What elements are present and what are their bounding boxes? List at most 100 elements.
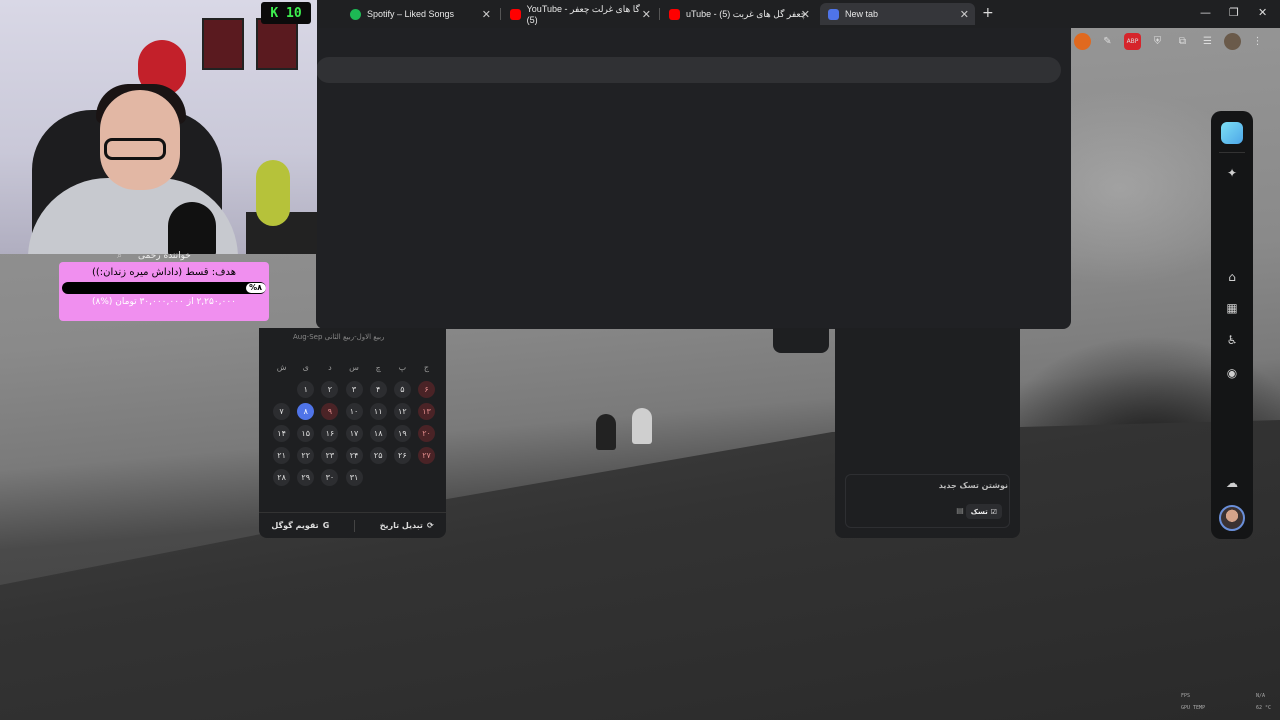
calendar-empty-cell — [394, 469, 411, 486]
minimize-button[interactable]: — — [1200, 6, 1211, 19]
perf-values: N/A 62 °C — [1256, 690, 1271, 714]
sparkle-icon[interactable]: ✦ — [1222, 163, 1242, 183]
side-panel: ✦ ⌂ ▦ ♿ ◉ ☁ — [1211, 111, 1253, 539]
google-calendar-button[interactable]: G تقویم گوگل — [271, 521, 329, 530]
calendar-day[interactable]: ۲۹ — [297, 468, 315, 486]
home-icon[interactable]: ⌂ — [1222, 267, 1242, 287]
calendar-day[interactable]: ۱۱ — [369, 402, 387, 420]
goal-amount: ۲,۲۵۰,۰۰۰ از ۳۰,۰۰۰,۰۰۰ تومان (%۸) — [91, 297, 237, 307]
maximize-button[interactable]: ❐ — [1229, 6, 1239, 19]
calendar-day[interactable]: ۱۲ — [393, 402, 411, 420]
calendar-day[interactable]: ۱۳ — [418, 402, 435, 420]
weekday-label: د — [328, 362, 332, 372]
tab-label: uTube - چعفر گل های غربت (5) — [686, 8, 807, 19]
calendar-day[interactable]: ۲۵ — [369, 446, 387, 464]
extension-toolbar: ✎ ABP ⛨ ⧉ ☰ ⋮ — [1074, 33, 1266, 50]
tab-youtube-1[interactable]: YouTube - گا های غرلت چعفر (5) ✕ — [502, 3, 657, 25]
trash-icon[interactable]: ▤ — [954, 506, 966, 518]
calendar-day[interactable]: ۳۱ — [345, 468, 363, 486]
calendar-month: ربیع الاول-ربیع الثانی Aug-Sep — [293, 333, 385, 341]
calendar-day[interactable]: ۶ — [418, 380, 435, 398]
new-task-placeholder[interactable]: نوشتن تسک جدید — [939, 481, 1008, 490]
calendar-day[interactable]: ۹ — [321, 402, 339, 420]
goal-progress-bar: %۸ — [62, 282, 266, 294]
webcam-overlay — [0, 0, 317, 254]
microphone — [168, 202, 216, 254]
calendar-day[interactable]: ۸ — [297, 402, 315, 420]
calendar-day[interactable]: ۷ — [273, 402, 291, 420]
goal-percent: %۸ — [249, 283, 262, 292]
close-icon[interactable]: ✕ — [801, 8, 810, 21]
calendar-day[interactable]: ۲۱ — [273, 446, 291, 464]
discord-icon[interactable]: ◉ — [1222, 363, 1242, 383]
new-tab-button[interactable]: + — [982, 5, 994, 21]
calendar-day[interactable]: ۱۹ — [393, 424, 411, 442]
search-input[interactable] — [316, 57, 1061, 83]
plush-toy — [256, 160, 290, 226]
task-type-chip[interactable]: ☑ تسک — [965, 504, 1002, 519]
gpu-temp-label: GPU TEMP — [1181, 705, 1206, 711]
task-chip-label: تسک — [970, 507, 988, 516]
tab-youtube-2[interactable]: uTube - چعفر گل های غربت (5) ✕ — [661, 3, 816, 25]
tab-new-tab[interactable]: New tab ✕ — [820, 3, 975, 25]
spotify-icon — [350, 8, 361, 20]
calendar-day[interactable]: ۲۲ — [297, 446, 315, 464]
calendar-day[interactable]: ۲۸ — [273, 468, 291, 486]
menu-icon[interactable]: ⋮ — [1249, 33, 1266, 50]
calendar-day[interactable]: ۱۴ — [273, 424, 291, 442]
weekday-label: ج — [423, 362, 430, 372]
donation-goal: هدف: قسط (داداش میره زندان:)) %۸ ۲,۲۵۰,۰… — [59, 262, 269, 321]
close-icon[interactable]: ✕ — [960, 8, 969, 21]
glasses — [104, 138, 166, 160]
profile-avatar[interactable] — [1224, 33, 1241, 50]
close-window-button[interactable]: ✕ — [1258, 6, 1267, 19]
calendar-day[interactable]: ۲۰ — [418, 424, 435, 442]
newtab-icon — [828, 8, 839, 20]
calendar-day[interactable]: ۲ — [321, 380, 339, 398]
calendar-day[interactable]: ۳۰ — [321, 468, 339, 486]
calendar-day[interactable]: ۱۸ — [369, 424, 387, 442]
divider — [354, 519, 355, 532]
convert-date-button[interactable]: ⟳ تبدیل تاریخ — [380, 521, 434, 530]
puzzle-icon[interactable]: ⧉ — [1174, 33, 1191, 50]
youtube-icon — [669, 8, 680, 20]
eyedropper-icon[interactable]: ✎ — [1099, 33, 1116, 50]
adblock-icon[interactable]: ABP — [1124, 33, 1141, 50]
calendar-day[interactable]: ۱ — [297, 380, 315, 398]
accessibility-icon[interactable]: ♿ — [1222, 330, 1242, 350]
calendar-day[interactable]: ۱۶ — [321, 424, 339, 442]
calendar-empty-cell — [418, 469, 435, 486]
app-icon[interactable] — [1221, 122, 1243, 144]
tasks-widget: نوشتن تسک جدید ☑ تسک ▤ — [835, 328, 1020, 538]
extension-icon[interactable] — [1074, 33, 1091, 50]
checkbox-icon: ☑ — [990, 507, 997, 516]
calendar-day[interactable]: ۲۳ — [321, 446, 339, 464]
calendar-day[interactable]: ۱۰ — [345, 402, 363, 420]
shield-icon[interactable]: ⛨ — [1149, 33, 1166, 50]
avatar[interactable] — [1219, 505, 1245, 531]
calendar-widget: ربیع الاول-ربیع الثانی Aug-Sep شیدسچپج۱۲… — [259, 328, 446, 538]
tab-label: YouTube - گا های غرلت چعفر (5) — [526, 3, 640, 25]
calendar-day[interactable]: ۵ — [393, 380, 411, 398]
apps-grid-icon[interactable]: ▦ — [1222, 298, 1242, 318]
k-badge: K 10 — [261, 2, 311, 24]
reader-label: خواننده رحمی — [138, 251, 191, 261]
calendar-day[interactable]: ۱۵ — [297, 424, 315, 442]
calendar-day[interactable]: ۱۷ — [345, 424, 363, 442]
cloud-icon[interactable]: ☁ — [1222, 473, 1242, 493]
calendar-day[interactable]: ۲۷ — [418, 446, 435, 464]
close-icon[interactable]: ✕ — [482, 8, 491, 21]
gpu-temp-value: 62 °C — [1256, 705, 1272, 711]
calendar-empty-cell — [273, 381, 290, 398]
calendar-day[interactable]: ۳ — [345, 380, 363, 398]
calendar-day[interactable]: ۴ — [369, 380, 387, 398]
tab-spotify[interactable]: Spotify – Liked Songs ✕ — [342, 3, 497, 25]
reading-list-icon[interactable]: ☰ — [1199, 33, 1216, 50]
poster — [202, 18, 244, 70]
search-icon: ⌕ — [117, 251, 123, 261]
calendar-week: ۷ ۸ ۹ ۱۰ ۱۱ ۱۲ ۱۳ — [273, 400, 435, 422]
close-icon[interactable]: ✕ — [642, 8, 651, 21]
calendar-day[interactable]: ۲۴ — [345, 446, 363, 464]
calendar-day[interactable]: ۲۶ — [393, 446, 411, 464]
mini-widget[interactable] — [773, 328, 829, 353]
